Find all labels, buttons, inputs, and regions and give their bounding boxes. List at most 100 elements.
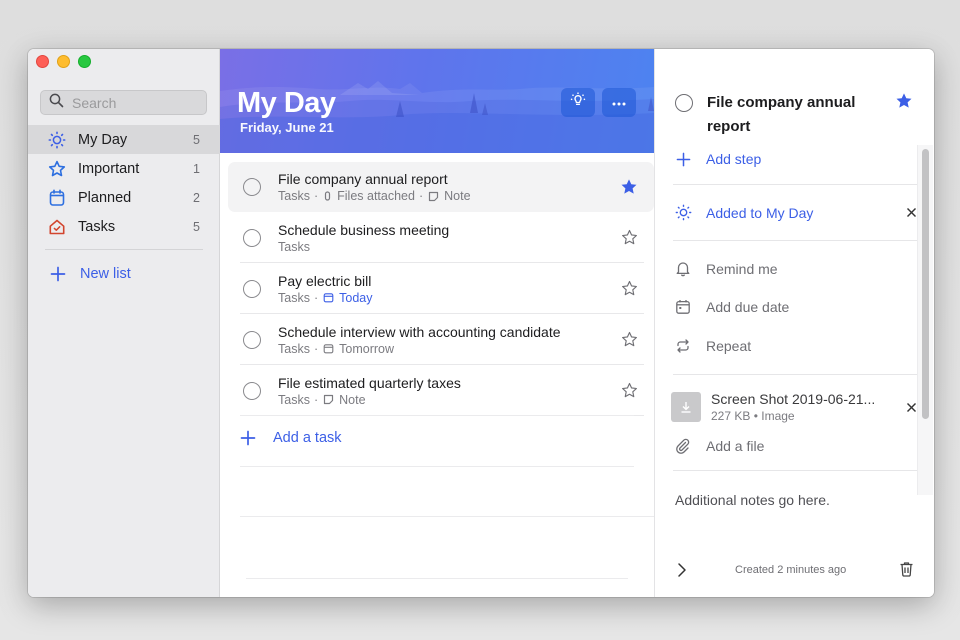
file-meta: 227 KB • Image xyxy=(711,409,795,423)
close-icon xyxy=(907,208,916,217)
note-label: Note xyxy=(444,189,471,203)
repeat-button[interactable]: Repeat xyxy=(673,338,917,354)
calendar-icon xyxy=(673,299,693,315)
sun-icon xyxy=(673,204,693,221)
delete-task-button[interactable] xyxy=(899,561,914,582)
list-header: My Day Friday, June 21 xyxy=(220,49,654,153)
star-outline-icon xyxy=(621,382,637,398)
meta-separator: · xyxy=(313,189,319,203)
sidebar-item-my-day[interactable]: My Day 5 xyxy=(28,125,220,154)
add-step-label: Add step xyxy=(706,151,762,167)
divider xyxy=(673,470,917,471)
add-due-date-label: Add due date xyxy=(706,299,790,315)
task-complete-checkbox[interactable] xyxy=(243,228,261,247)
paperclip-icon xyxy=(323,190,332,202)
task-item[interactable]: File company annual report Tasks · Files… xyxy=(228,162,654,212)
task-item[interactable]: Schedule interview with accounting candi… xyxy=(228,314,654,365)
close-window-button[interactable] xyxy=(36,55,49,68)
due-date-label: Tomorrow xyxy=(339,341,394,356)
divider xyxy=(240,415,634,416)
task-complete-checkbox[interactable] xyxy=(243,381,261,400)
task-complete-checkbox[interactable] xyxy=(243,178,261,196)
sidebar-item-count: 5 xyxy=(193,132,200,147)
remove-file-button[interactable] xyxy=(906,402,917,413)
star-filled-icon xyxy=(896,93,912,108)
calendar-icon xyxy=(323,343,334,354)
star-icon xyxy=(48,160,66,178)
remind-me-label: Remind me xyxy=(706,260,778,277)
sidebar-item-tasks[interactable]: Tasks 5 xyxy=(28,212,220,241)
task-title: File estimated quarterly taxes xyxy=(278,374,461,391)
sidebar: My Day 5 Important 1 Planned 2 xyxy=(28,49,220,597)
task-list-name: Tasks xyxy=(278,189,310,203)
detail-footer: Created 2 minutes ago xyxy=(655,547,934,597)
importance-toggle[interactable] xyxy=(614,178,644,196)
task-title: File company annual report xyxy=(278,171,448,187)
home-icon xyxy=(48,218,66,236)
sidebar-item-label: Tasks xyxy=(78,218,116,235)
add-step-button[interactable]: Add step xyxy=(673,151,917,167)
lightbulb-icon xyxy=(569,91,587,114)
added-to-my-day-row[interactable]: Added to My Day xyxy=(673,204,917,221)
add-file-label: Add a file xyxy=(706,438,765,454)
add-due-date-button[interactable]: Add due date xyxy=(673,299,917,315)
divider xyxy=(673,184,917,185)
divider xyxy=(240,516,654,517)
minimize-window-button[interactable] xyxy=(57,55,70,68)
detail-header: File company annual report xyxy=(675,91,925,139)
task-complete-checkbox[interactable] xyxy=(243,330,261,349)
detail-complete-checkbox[interactable] xyxy=(675,94,693,112)
detail-scrollbar[interactable] xyxy=(917,145,933,495)
added-to-my-day-label: Added to My Day xyxy=(706,204,814,221)
scrollbar-thumb[interactable] xyxy=(922,149,929,419)
trash-icon xyxy=(900,562,913,577)
task-list-name: Tasks xyxy=(278,341,310,356)
new-list-button[interactable]: New list xyxy=(28,260,220,288)
task-item[interactable]: Schedule business meeting Tasks xyxy=(228,212,654,263)
plus-icon xyxy=(673,152,693,167)
task-list-pane: My Day Friday, June 21 File company annu… xyxy=(220,49,654,597)
importance-toggle[interactable] xyxy=(614,280,644,297)
hide-detail-button[interactable] xyxy=(677,562,687,583)
sidebar-item-important[interactable]: Important 1 xyxy=(28,154,220,183)
search-box[interactable] xyxy=(40,90,207,115)
list-date: Friday, June 21 xyxy=(240,120,334,135)
paperclip-icon xyxy=(673,438,693,454)
plus-icon xyxy=(50,266,66,282)
add-task-button[interactable]: Add a task xyxy=(240,430,342,446)
divider xyxy=(673,240,917,241)
suggestions-button[interactable] xyxy=(561,88,595,117)
add-task-label: Add a task xyxy=(273,430,342,446)
maximize-window-button[interactable] xyxy=(78,55,91,68)
download-icon xyxy=(681,402,691,413)
chevron-right-icon xyxy=(678,563,686,577)
detail-task-title[interactable]: File company annual report xyxy=(707,91,857,139)
divider xyxy=(240,466,634,467)
task-item[interactable]: File estimated quarterly taxes Tasks · N… xyxy=(228,365,654,416)
note-icon xyxy=(428,191,439,202)
search-input[interactable] xyxy=(72,94,192,111)
task-item[interactable]: Pay electric bill Tasks · Today xyxy=(228,263,654,314)
meta-separator: · xyxy=(313,290,319,305)
task-meta: Tasks · Note xyxy=(278,392,614,408)
importance-toggle[interactable] xyxy=(614,382,644,399)
remove-from-my-day-button[interactable] xyxy=(906,207,917,218)
sidebar-nav: My Day 5 Important 1 Planned 2 Tasks 5 N… xyxy=(28,125,220,288)
remind-me-button[interactable]: Remind me xyxy=(673,260,917,277)
importance-toggle[interactable] xyxy=(614,331,644,348)
note-icon xyxy=(323,394,334,405)
sidebar-item-planned[interactable]: Planned 2 xyxy=(28,183,220,212)
notes-field[interactable]: Additional notes go here. xyxy=(675,492,830,508)
detail-importance-toggle[interactable] xyxy=(895,92,913,115)
more-options-button[interactable] xyxy=(602,88,636,117)
task-list-name: Tasks xyxy=(278,239,310,254)
task-detail-pane: File company annual report Add step Adde… xyxy=(654,49,934,597)
sidebar-item-label: My Day xyxy=(78,131,128,148)
due-date-label: Today xyxy=(339,290,373,305)
importance-toggle[interactable] xyxy=(614,229,644,246)
star-outline-icon xyxy=(621,229,637,245)
task-complete-checkbox[interactable] xyxy=(243,279,261,298)
plus-icon xyxy=(240,430,256,446)
add-file-button[interactable]: Add a file xyxy=(673,438,917,454)
attached-file[interactable]: Screen Shot 2019-06-21... 227 KB • Image xyxy=(671,390,917,424)
